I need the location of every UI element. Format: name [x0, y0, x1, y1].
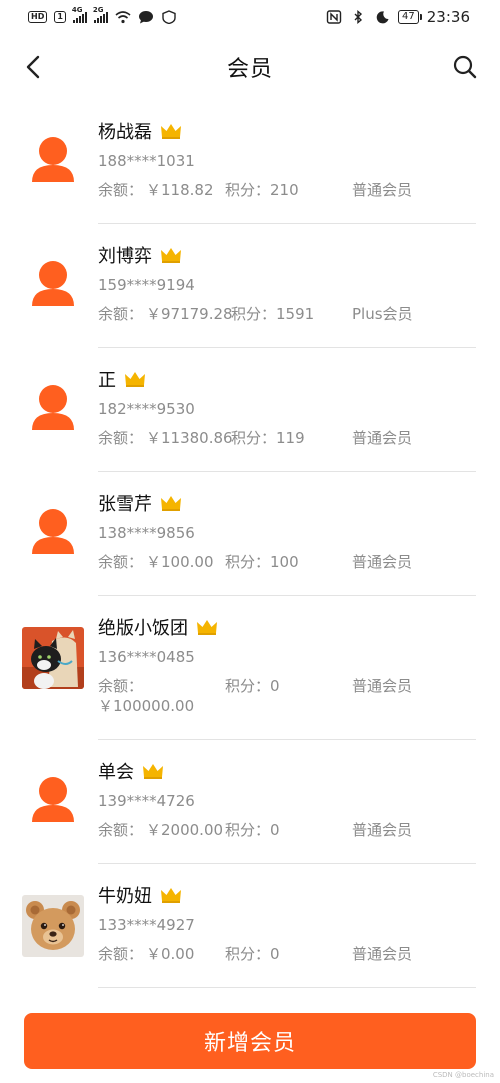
- crown-icon: [125, 372, 145, 387]
- member-row[interactable]: 刘博弈 159****9194 余额： ￥97179.28 积分：1591 Pl…: [0, 224, 500, 348]
- moon-icon: [376, 11, 389, 24]
- teddy-bear-photo-avatar: [22, 895, 84, 957]
- bluetooth-icon: [354, 10, 363, 24]
- member-name: 正: [98, 370, 116, 391]
- member-name: 牛奶妞: [98, 886, 152, 907]
- balance-label: 余额：: [98, 945, 144, 963]
- member-name-row: 杨战磊: [98, 118, 182, 144]
- member-row[interactable]: 张雪芹 138****9856 余额： ￥100.00 积分：100 普通会员: [0, 472, 500, 596]
- member-name: 杨战磊: [98, 122, 152, 143]
- crown-icon: [161, 124, 181, 139]
- member-name: 绝版小饭团: [98, 618, 188, 639]
- balance-label: 余额：: [98, 553, 144, 571]
- member-phone: 159****9194: [98, 276, 195, 294]
- default-avatar-icon: [32, 261, 74, 306]
- status-right: 47 23:36: [326, 8, 470, 26]
- member-level: 普通会员: [352, 945, 413, 963]
- member-name-row: 张雪芹: [98, 490, 182, 516]
- shield-icon: [162, 10, 176, 24]
- member-level: 普通会员: [352, 677, 413, 695]
- sim-badge: 1: [54, 11, 66, 23]
- member-phone: 136****0485: [98, 648, 195, 666]
- member-phone: 139****4726: [98, 792, 195, 810]
- status-left: HD 1 4G 2G: [28, 6, 177, 24]
- member-phone: 133****4927: [98, 916, 195, 934]
- status-time: 23:36: [426, 8, 470, 26]
- balance-value: ￥118.82: [146, 181, 214, 199]
- message-icon: [138, 11, 153, 24]
- member-points: 积分：100: [225, 553, 299, 571]
- status-bar: HD 1 4G 2G 47 23:36: [0, 0, 500, 34]
- member-row[interactable]: 绝版小饭团 136****0485 余额： ￥100000.00 积分：0 普通…: [0, 596, 500, 740]
- member-row[interactable]: 牛奶妞 133****4927 余额： ￥0.00 积分：0 普通会员: [0, 864, 500, 988]
- cat-photo-avatar: [22, 627, 84, 689]
- signal-1-icon: 4G: [72, 6, 87, 23]
- add-member-button[interactable]: 新增会员: [24, 1013, 476, 1069]
- member-row[interactable]: 正 182****9530 余额： ￥11380.86 积分：119 普通会员: [0, 348, 500, 472]
- member-name: 刘博弈: [98, 246, 152, 267]
- nav-bar: 会员: [0, 34, 500, 100]
- balance-label: 余额：: [98, 305, 144, 323]
- watermark: CSDN @boechina: [432, 1071, 494, 1079]
- crown-icon: [197, 620, 217, 635]
- crown-icon: [161, 888, 181, 903]
- member-points: 积分：0: [225, 677, 280, 695]
- balance-value: ￥11380.86: [146, 429, 233, 447]
- member-name: 单会: [98, 762, 134, 783]
- signal-2-icon: 2G: [93, 6, 108, 23]
- network-type-2: 2G: [92, 6, 104, 14]
- back-arrow-icon[interactable]: [20, 52, 50, 82]
- crown-icon: [161, 496, 181, 511]
- balance-value: ￥0.00: [146, 945, 195, 963]
- balance-value: ￥2000.00: [146, 821, 224, 839]
- balance-value: ￥100000.00: [98, 697, 195, 715]
- balance-value: ￥100.00: [146, 553, 214, 571]
- divider: [98, 987, 476, 988]
- default-avatar-icon: [32, 777, 74, 822]
- member-points: 积分：119: [231, 429, 305, 447]
- member-points: 积分：210: [225, 181, 299, 199]
- member-level: 普通会员: [352, 181, 413, 199]
- member-name-row: 正: [98, 366, 146, 392]
- member-level: 普通会员: [352, 553, 413, 571]
- balance-label: 余额：: [98, 429, 144, 447]
- member-points: 积分：1591: [231, 305, 315, 323]
- wifi-icon: [115, 11, 131, 24]
- member-row[interactable]: 杨战磊 188****1031 余额： ￥118.82 积分：210 普通会员: [0, 100, 500, 224]
- crown-icon: [161, 248, 181, 263]
- balance-label: 余额：: [98, 677, 144, 695]
- member-points: 积分：0: [225, 945, 280, 963]
- search-icon[interactable]: [450, 52, 480, 82]
- nfc-icon: [326, 10, 342, 24]
- page-title: 会员: [226, 57, 273, 82]
- member-phone: 182****9530: [98, 400, 195, 418]
- member-level: Plus会员: [352, 305, 413, 323]
- member-level: 普通会员: [352, 429, 413, 447]
- default-avatar-icon: [32, 385, 74, 430]
- member-name-row: 单会: [98, 758, 164, 784]
- crown-icon: [143, 764, 163, 779]
- battery-icon: 47: [398, 10, 422, 24]
- balance-label: 余额：: [98, 181, 144, 199]
- balance-label: 余额：: [98, 821, 144, 839]
- member-name-row: 刘博弈: [98, 242, 182, 268]
- member-points: 积分：0: [225, 821, 280, 839]
- hd-badge: HD: [28, 11, 48, 23]
- member-row[interactable]: 单会 139****4726 余额： ￥2000.00 积分：0 普通会员: [0, 740, 500, 864]
- member-name-row: 绝版小饭团: [98, 614, 218, 640]
- member-list: 杨战磊 188****1031 余额： ￥118.82 积分：210 普通会员 …: [0, 100, 500, 988]
- member-level: 普通会员: [352, 821, 413, 839]
- network-type-1: 4G: [71, 6, 83, 14]
- member-name: 张雪芹: [98, 494, 152, 515]
- member-phone: 138****9856: [98, 524, 195, 542]
- member-phone: 188****1031: [98, 152, 195, 170]
- member-name-row: 牛奶妞: [98, 882, 182, 908]
- default-avatar-icon: [32, 509, 74, 554]
- default-avatar-icon: [32, 137, 74, 182]
- balance-value: ￥97179.28: [146, 305, 233, 323]
